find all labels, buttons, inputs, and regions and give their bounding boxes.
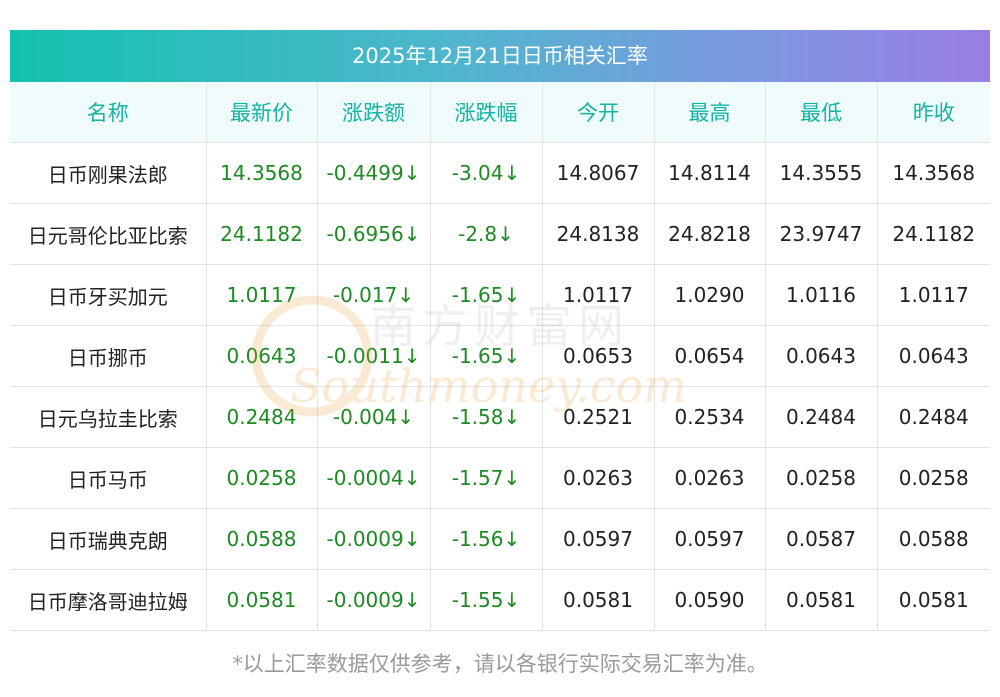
disclaimer-footnote: *以上汇率数据仅供参考，请以各银行实际交易汇率为准。	[232, 652, 768, 676]
cell-prev-close: 0.0643	[877, 325, 990, 387]
cell-low: 0.0258	[765, 447, 878, 509]
cell-latest: 24.1182	[206, 203, 318, 265]
header-change: 涨跌额	[317, 82, 431, 143]
cell-name: 日币刚果法郎	[10, 142, 207, 204]
table-row: 日币挪币 0.0643 -0.0011↓ -1.65↓ 0.0653 0.0654 0.06…	[10, 325, 990, 387]
rates-table: 名称 最新价 涨跌额 涨跌幅 今开 最高 最低 昨收 日币刚果法郎 14.3568…	[10, 82, 990, 631]
cell-name: 日元乌拉圭比索	[10, 386, 207, 448]
cell-latest: 0.0581	[206, 569, 318, 631]
table-row: 日币摩洛哥迪拉姆 0.0581 -0.0009↓ -1.55↓ 0.0581 0.0590…	[10, 569, 990, 631]
cell-open: 14.8067	[542, 142, 655, 204]
page: 2025年12月21日日币相关汇率 名称 最新价 涨跌额 涨跌幅 今开 最高 最…	[0, 0, 1000, 697]
cell-high: 24.8218	[654, 203, 766, 265]
cell-change-pct: -2.8↓	[430, 203, 543, 265]
cell-open: 0.0597	[542, 508, 655, 570]
cell-open: 0.0581	[542, 569, 655, 631]
cell-prev-close: 0.0588	[877, 508, 990, 570]
cell-change-pct: -1.56↓	[430, 508, 543, 570]
page-title: 2025年12月21日日币相关汇率	[10, 30, 990, 82]
cell-low: 14.3555	[765, 142, 878, 204]
cell-low: 1.0116	[765, 264, 878, 326]
cell-name: 日币瑞典克朗	[10, 508, 207, 570]
cell-low: 23.9747	[765, 203, 878, 265]
cell-open: 1.0117	[542, 264, 655, 326]
cell-change-pct: -1.57↓	[430, 447, 543, 509]
cell-latest: 0.2484	[206, 386, 318, 448]
cell-change: -0.004↓	[317, 386, 431, 448]
table-row: 日币刚果法郎 14.3568 -0.4499↓ -3.04↓ 14.8067 14.811…	[10, 142, 990, 204]
header-latest: 最新价	[206, 82, 318, 143]
cell-prev-close: 0.0258	[877, 447, 990, 509]
cell-high: 0.0590	[654, 569, 766, 631]
cell-open: 0.0263	[542, 447, 655, 509]
cell-name: 日币牙买加元	[10, 264, 207, 326]
header-change-pct: 涨跌幅	[430, 82, 543, 143]
cell-open: 0.0653	[542, 325, 655, 387]
cell-prev-close: 14.3568	[877, 142, 990, 204]
table-row: 日元乌拉圭比索 0.2484 -0.004↓ -1.58↓ 0.2521 0.2534 0.…	[10, 386, 990, 448]
cell-name: 日币马币	[10, 447, 207, 509]
cell-low: 0.2484	[765, 386, 878, 448]
cell-name: 日元哥伦比亚比索	[10, 203, 207, 265]
header-low: 最低	[765, 82, 878, 143]
table-row: 日币牙买加元 1.0117 -0.017↓ -1.65↓ 1.0117 1.0290 1.0…	[10, 264, 990, 326]
header-prev-close: 昨收	[877, 82, 990, 143]
cell-change-pct: -1.65↓	[430, 325, 543, 387]
cell-prev-close: 24.1182	[877, 203, 990, 265]
cell-open: 24.8138	[542, 203, 655, 265]
cell-high: 1.0290	[654, 264, 766, 326]
header-open: 今开	[542, 82, 655, 143]
cell-change-pct: -1.55↓	[430, 569, 543, 631]
cell-latest: 1.0117	[206, 264, 318, 326]
cell-change: -0.0011↓	[317, 325, 431, 387]
cell-change: -0.4499↓	[317, 142, 431, 204]
cell-high: 14.8114	[654, 142, 766, 204]
cell-low: 0.0587	[765, 508, 878, 570]
table-row: 日币瑞典克朗 0.0588 -0.0009↓ -1.56↓ 0.0597 0.0597 0.…	[10, 508, 990, 570]
cell-change: -0.017↓	[317, 264, 431, 326]
cell-latest: 0.0588	[206, 508, 318, 570]
cell-name: 日币摩洛哥迪拉姆	[10, 569, 207, 631]
cell-name: 日币挪币	[10, 325, 207, 387]
cell-high: 0.0654	[654, 325, 766, 387]
cell-change-pct: -3.04↓	[430, 142, 543, 204]
table-header-row: 名称 最新价 涨跌额 涨跌幅 今开 最高 最低 昨收	[10, 82, 990, 143]
cell-high: 0.0263	[654, 447, 766, 509]
cell-change: -0.6956↓	[317, 203, 431, 265]
header-high: 最高	[654, 82, 766, 143]
cell-change-pct: -1.58↓	[430, 386, 543, 448]
cell-latest: 0.0258	[206, 447, 318, 509]
cell-low: 0.0643	[765, 325, 878, 387]
cell-latest: 14.3568	[206, 142, 318, 204]
cell-change: -0.0009↓	[317, 508, 431, 570]
cell-prev-close: 1.0117	[877, 264, 990, 326]
cell-change-pct: -1.65↓	[430, 264, 543, 326]
table-row: 日元哥伦比亚比索 24.1182 -0.6956↓ -2.8↓ 24.8138 24.82…	[10, 203, 990, 265]
cell-prev-close: 0.0581	[877, 569, 990, 631]
cell-high: 0.2534	[654, 386, 766, 448]
cell-prev-close: 0.2484	[877, 386, 990, 448]
cell-high: 0.0597	[654, 508, 766, 570]
cell-latest: 0.0643	[206, 325, 318, 387]
cell-open: 0.2521	[542, 386, 655, 448]
cell-change: -0.0004↓	[317, 447, 431, 509]
cell-low: 0.0581	[765, 569, 878, 631]
cell-change: -0.0009↓	[317, 569, 431, 631]
table-row: 日币马币 0.0258 -0.0004↓ -1.57↓ 0.0263 0.0263 0.02…	[10, 447, 990, 509]
header-name: 名称	[10, 82, 207, 143]
